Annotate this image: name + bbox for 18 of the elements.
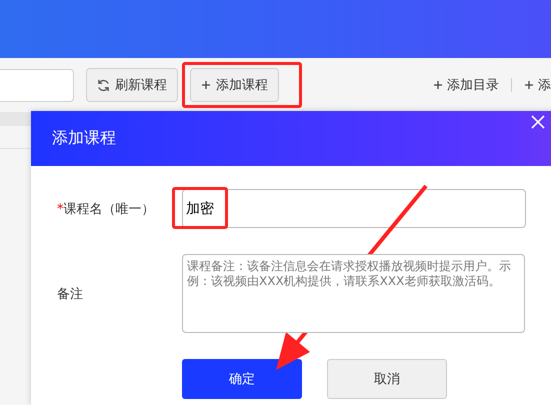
plus-icon <box>433 80 443 90</box>
toolbar-action[interactable]: 添加目录 <box>433 76 499 94</box>
plus-icon <box>524 80 534 90</box>
confirm-button[interactable]: 确定 <box>182 359 302 399</box>
add-course-button[interactable]: 添加课程 <box>190 68 279 102</box>
plus-icon <box>201 80 211 90</box>
field-label: *课程名（唯一） <box>56 200 154 218</box>
course-name-field[interactable]: 加密 <box>182 189 526 228</box>
close-icon[interactable] <box>531 115 545 129</box>
field-label: 备注 <box>56 286 83 302</box>
highlight-box <box>172 187 228 229</box>
search-field[interactable] <box>0 68 74 102</box>
note-field[interactable]: 课程备注：该备注信息会在请求授权播放视频时提示用户。示例：该视频由XXX机构提供，请联系XXX老师获取激活码。 <box>182 254 525 333</box>
refresh-icon <box>97 78 110 92</box>
toolbar-action[interactable]: 添 <box>524 76 551 94</box>
cancel-button[interactable]: 取消 <box>327 359 447 399</box>
dialog-title: 添加课程 <box>52 128 116 149</box>
refresh-course-button[interactable]: 刷新课程 <box>86 68 178 102</box>
